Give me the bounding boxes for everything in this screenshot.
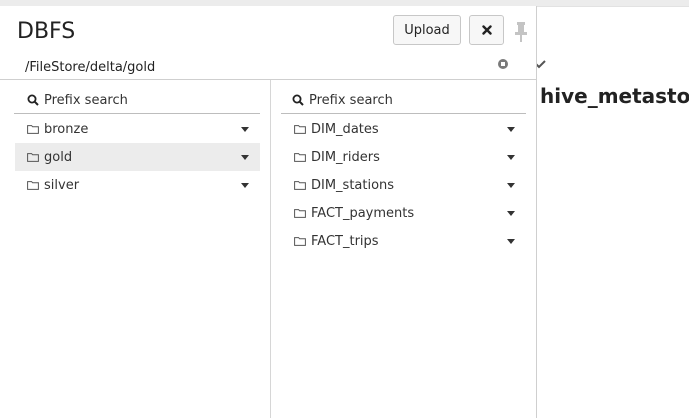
folder-column-2: Prefix search DIM_dates DIM_riders DIM_s… bbox=[271, 80, 536, 418]
upload-button[interactable]: Upload bbox=[393, 15, 461, 45]
caret-down-icon[interactable] bbox=[241, 155, 249, 160]
modal-title: DBFS bbox=[17, 19, 76, 44]
background-page bbox=[537, 6, 689, 418]
dbfs-modal: DBFS Upload /FileStore/delta/gold Prefix… bbox=[0, 6, 537, 418]
folder-icon bbox=[294, 125, 306, 134]
catalog-heading: hive_metastore bbox=[540, 84, 689, 108]
folder-label: gold bbox=[44, 149, 73, 165]
folder-icon bbox=[27, 125, 39, 134]
folder-label: bronze bbox=[44, 121, 89, 137]
caret-down-icon[interactable] bbox=[241, 127, 249, 132]
folder-icon bbox=[294, 181, 306, 190]
folder-icon bbox=[294, 237, 306, 246]
current-path: /FileStore/delta/gold bbox=[25, 60, 156, 75]
close-icon bbox=[481, 25, 492, 35]
folder-list: DIM_dates DIM_riders DIM_stations FACT_p… bbox=[282, 115, 526, 255]
stop-icon[interactable] bbox=[497, 58, 509, 70]
search-underline bbox=[14, 113, 260, 114]
folder-list: bronze gold silver bbox=[15, 115, 260, 199]
search-placeholder: Prefix search bbox=[309, 92, 393, 108]
folder-item-fact-payments[interactable]: FACT_payments bbox=[282, 199, 526, 227]
folder-label: FACT_trips bbox=[311, 233, 379, 249]
folder-label: silver bbox=[44, 177, 80, 193]
close-button[interactable] bbox=[469, 15, 504, 45]
caret-down-icon[interactable] bbox=[241, 183, 249, 188]
prefix-search-input[interactable]: Prefix search bbox=[27, 87, 128, 113]
folder-label: FACT_payments bbox=[311, 205, 415, 221]
folder-item-gold[interactable]: gold bbox=[15, 143, 260, 171]
folder-label: DIM_stations bbox=[311, 177, 395, 193]
caret-down-icon[interactable] bbox=[507, 239, 515, 244]
folder-icon bbox=[27, 153, 39, 162]
folder-item-bronze[interactable]: bronze bbox=[15, 115, 260, 143]
prefix-search-input[interactable]: Prefix search bbox=[292, 87, 393, 113]
search-icon bbox=[292, 94, 304, 106]
background-divider bbox=[537, 6, 689, 7]
caret-down-icon[interactable] bbox=[507, 211, 515, 216]
folder-label: DIM_dates bbox=[311, 121, 379, 137]
folder-icon bbox=[294, 153, 306, 162]
search-placeholder: Prefix search bbox=[44, 92, 128, 108]
folder-item-dim-dates[interactable]: DIM_dates bbox=[282, 115, 526, 143]
folder-label: DIM_riders bbox=[311, 149, 380, 165]
folder-item-dim-riders[interactable]: DIM_riders bbox=[282, 143, 526, 171]
search-underline bbox=[281, 113, 526, 114]
folder-item-fact-trips[interactable]: FACT_trips bbox=[282, 227, 526, 255]
caret-down-icon[interactable] bbox=[507, 155, 515, 160]
search-icon bbox=[27, 94, 39, 106]
folder-icon bbox=[294, 209, 306, 218]
pin-icon[interactable] bbox=[513, 20, 529, 44]
folder-column-1: Prefix search bronze gold silver bbox=[0, 80, 271, 418]
caret-down-icon[interactable] bbox=[507, 127, 515, 132]
folder-item-dim-stations[interactable]: DIM_stations bbox=[282, 171, 526, 199]
caret-down-icon[interactable] bbox=[507, 183, 515, 188]
folder-item-silver[interactable]: silver bbox=[15, 171, 260, 199]
folder-icon bbox=[27, 181, 39, 190]
